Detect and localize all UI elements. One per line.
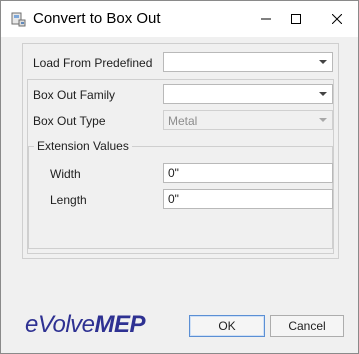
logo-suffix: MEP [94, 311, 146, 338]
logo-prefix: eVolve [25, 311, 95, 338]
close-icon [332, 14, 342, 24]
length-input[interactable]: 0" [163, 189, 333, 209]
width-label: Width [50, 167, 81, 181]
evolve-mep-logo: eVolveMEP [25, 311, 146, 339]
chevron-down-icon [314, 111, 332, 129]
family-label: Box Out Family [33, 88, 116, 102]
length-label: Length [50, 193, 87, 207]
maximize-icon [291, 14, 301, 24]
maximize-button[interactable] [273, 1, 319, 37]
type-label: Box Out Type [33, 114, 106, 128]
load-predefined-label: Load From Predefined [33, 56, 153, 70]
close-button[interactable] [314, 1, 359, 37]
ok-button[interactable]: OK [189, 315, 265, 337]
minimize-icon [261, 18, 271, 20]
type-combo[interactable]: Metal [163, 110, 333, 130]
window-title: Convert to Box Out [33, 10, 161, 27]
width-input[interactable]: 0" [163, 163, 333, 183]
load-predefined-combo[interactable] [163, 52, 333, 72]
family-combo[interactable] [163, 84, 333, 104]
convert-app-icon [11, 11, 27, 27]
extension-values-caption: Extension Values [34, 139, 132, 153]
chevron-down-icon [314, 53, 332, 71]
type-value: Metal [168, 114, 198, 128]
title-bar: Convert to Box Out [1, 1, 358, 37]
cancel-button[interactable]: Cancel [270, 315, 344, 337]
convert-to-box-out-dialog: Convert to Box Out Load From Predefined [0, 0, 359, 354]
chevron-down-icon [314, 85, 332, 103]
